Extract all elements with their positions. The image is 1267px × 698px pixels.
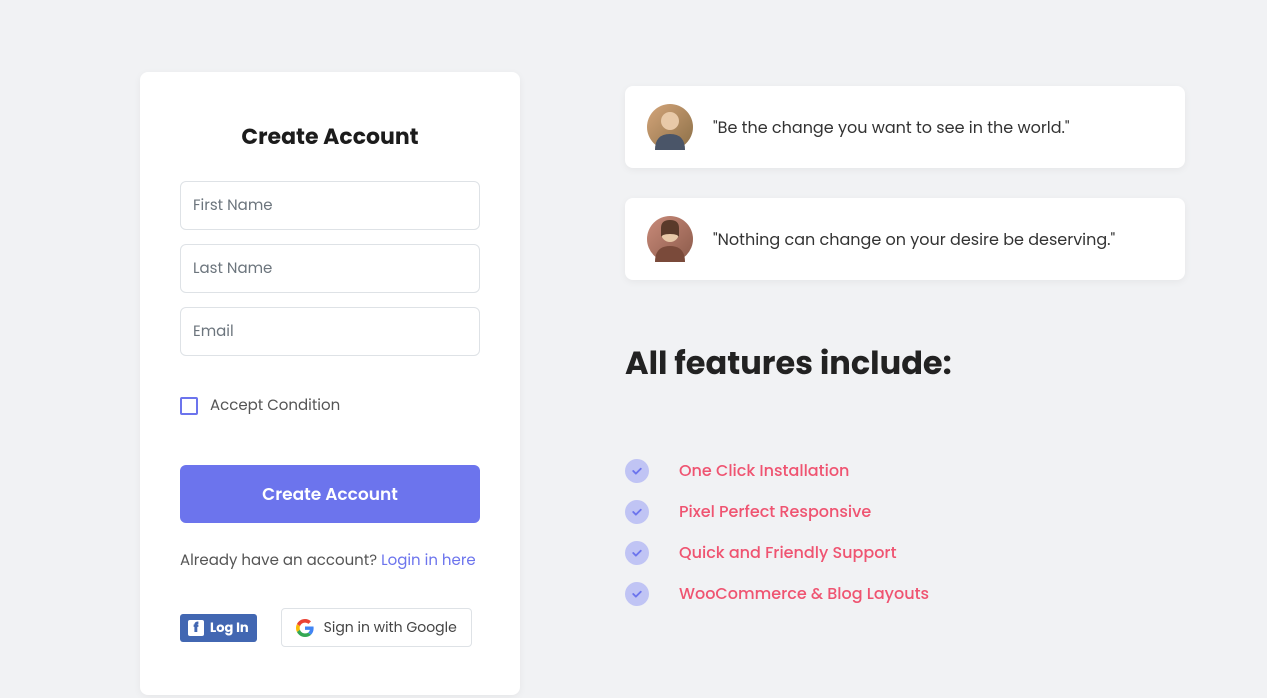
right-column: "Be the change you want to see in the wo… (625, 72, 1185, 695)
google-login-button[interactable]: Sign in with Google (281, 608, 472, 647)
check-icon (625, 500, 649, 524)
feature-text: Quick and Friendly Support (679, 540, 897, 565)
create-account-button[interactable]: Create Account (180, 465, 480, 523)
avatar (647, 216, 693, 262)
check-icon (625, 541, 649, 565)
quote-text: "Nothing can change on your desire be de… (713, 227, 1115, 252)
feature-text: One Click Installation (679, 458, 849, 483)
email-field[interactable] (180, 307, 480, 356)
already-have-account: Already have an account? Login in here (180, 549, 480, 572)
accept-condition-checkbox[interactable] (180, 397, 198, 415)
avatar (647, 104, 693, 150)
google-label: Sign in with Google (324, 617, 457, 638)
facebook-login-button[interactable]: f Log In (180, 614, 257, 642)
check-icon (625, 459, 649, 483)
feature-item: Quick and Friendly Support (625, 540, 1185, 565)
features-title: All features include: (625, 340, 1185, 388)
signup-card: Create Account Accept Condition Create A… (140, 72, 520, 695)
quote-card: "Be the change you want to see in the wo… (625, 86, 1185, 168)
accept-condition-label: Accept Condition (210, 394, 340, 417)
accept-condition-row: Accept Condition (180, 394, 480, 417)
facebook-icon: f (188, 620, 204, 636)
feature-item: WooCommerce & Blog Layouts (625, 581, 1185, 606)
facebook-label: Log In (210, 618, 249, 638)
first-name-field[interactable] (180, 181, 480, 230)
feature-text: WooCommerce & Blog Layouts (679, 581, 929, 606)
card-title: Create Account (180, 120, 480, 153)
feature-text: Pixel Perfect Responsive (679, 499, 871, 524)
already-text: Already have an account? (180, 550, 381, 571)
quote-text: "Be the change you want to see in the wo… (713, 115, 1070, 140)
last-name-field[interactable] (180, 244, 480, 293)
check-icon (625, 582, 649, 606)
social-login-row: f Log In Sign in with Google (180, 608, 480, 647)
feature-item: One Click Installation (625, 458, 1185, 483)
quote-card: "Nothing can change on your desire be de… (625, 198, 1185, 280)
google-icon (296, 619, 314, 637)
login-link[interactable]: Login in here (381, 550, 476, 571)
feature-item: Pixel Perfect Responsive (625, 499, 1185, 524)
